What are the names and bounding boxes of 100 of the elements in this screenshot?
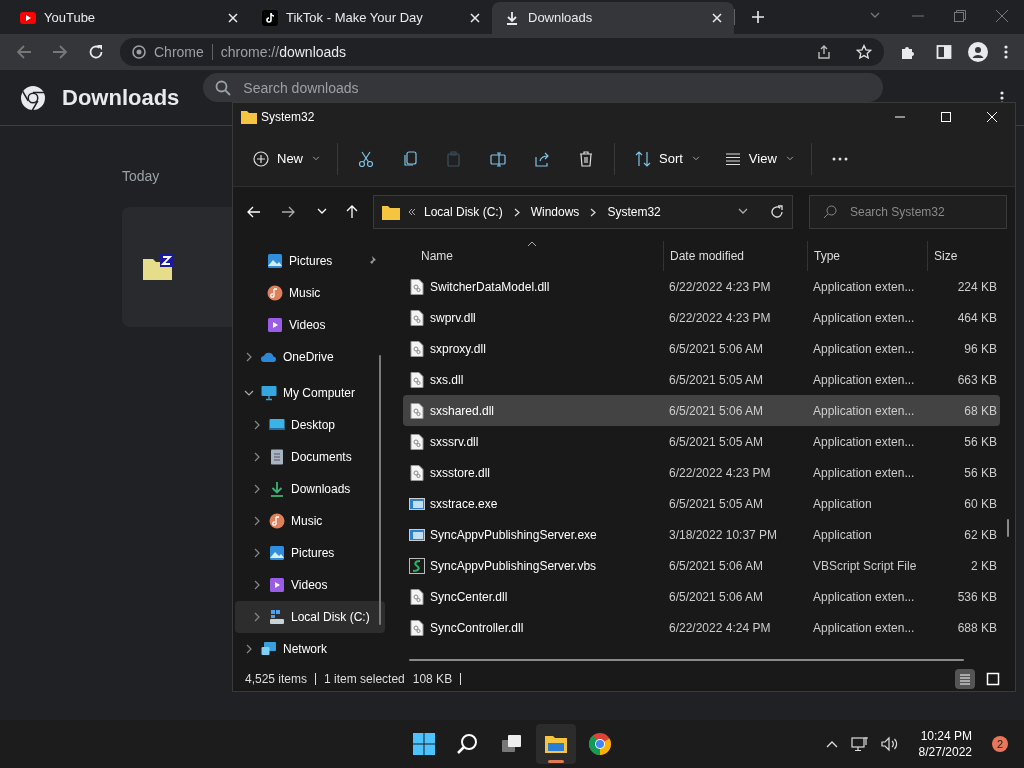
file-row[interactable]: sxs.dll 6/5/2021 5:05 AM Application exten... 663 KB — [403, 364, 1000, 395]
nav-item[interactable]: Pictures — [235, 245, 385, 277]
page-title: Downloads — [62, 84, 180, 112]
toolbar-button[interactable]: New — [241, 140, 329, 177]
file-row[interactable]: SyncController.dll 6/22/2022 4:24 PM Application exten... 688 KB — [403, 612, 1000, 643]
speaker-icon[interactable] — [880, 736, 899, 752]
search-icon — [215, 80, 232, 96]
nav-item[interactable]: Music — [235, 505, 385, 537]
nav-item[interactable]: Videos — [235, 569, 385, 601]
address-bar[interactable]: Local Disk (C:) Windows System32 — [373, 195, 793, 229]
file-row[interactable]: sxshared.dll 6/5/2021 5:06 AM Application exten... 68 KB — [403, 395, 1000, 426]
chevron-down-icon[interactable] — [244, 388, 254, 398]
dll-file-icon — [409, 588, 425, 605]
column-header[interactable]: Name — [391, 241, 663, 271]
nav-item[interactable]: OneDrive — [235, 341, 385, 373]
restore-icon[interactable] — [954, 10, 966, 22]
nav-item[interactable]: Music — [235, 277, 385, 309]
breadcrumb-item[interactable]: System32 — [607, 203, 661, 221]
nav-item[interactable]: Documents — [235, 441, 385, 473]
column-header[interactable]: Type — [807, 241, 927, 271]
size-cell-text: 536 KB — [956, 588, 997, 606]
dll-file-icon — [409, 464, 425, 481]
folder-icon — [241, 110, 257, 124]
size-cell-text: 62 KB — [963, 526, 997, 544]
chevron-right-icon[interactable] — [252, 612, 262, 622]
url-text: chrome://downloads — [220, 42, 347, 62]
date-cell-text: 6/22/2022 4:23 PM — [668, 278, 772, 296]
chevron-right-icon[interactable] — [252, 516, 262, 526]
file-row[interactable]: SwitcherDataModel.dll 6/22/2022 4:23 PM Application exten... 224 KB — [403, 271, 1000, 302]
monitor-icon — [261, 385, 277, 401]
nav-item[interactable]: Videos — [235, 309, 385, 341]
scrollbar-thumb[interactable] — [379, 355, 381, 625]
zip-folder-icon — [142, 253, 174, 281]
scrollbar-thumb[interactable] — [1007, 519, 1009, 537]
network-icon[interactable] — [850, 736, 869, 752]
tab-title: TikTok - Make Your Day — [286, 9, 424, 28]
address-bar[interactable]: Chrome chrome://downloads — [120, 38, 884, 66]
notification-badge[interactable]: 2 — [992, 736, 1008, 752]
chevron-right-icon[interactable] — [252, 548, 262, 558]
nav-item[interactable]: My Computer — [235, 377, 385, 409]
chevron-right-icon[interactable] — [252, 420, 262, 430]
file-row[interactable]: sxproxy.dll 6/5/2021 5:06 AM Application exten... 96 KB — [403, 333, 1000, 364]
nav-item[interactable]: Local Disk (C:) — [235, 601, 385, 633]
breadcrumb-item[interactable]: Local Disk (C:) — [424, 203, 503, 221]
nav-item[interactable]: Network — [235, 633, 385, 665]
chevron-right-icon[interactable] — [252, 580, 262, 590]
nav-item[interactable]: Pictures — [235, 537, 385, 569]
chevron-right-icon[interactable] — [244, 644, 254, 654]
file-row[interactable]: SyncAppvPublishingServer.vbs 6/5/2021 5:06 AM VBScript Script File 2 KB — [403, 550, 1000, 581]
nav-item[interactable]: Desktop — [235, 409, 385, 441]
search-field[interactable]: Search System32 — [809, 195, 1007, 229]
size-cell-text: 688 KB — [956, 619, 997, 637]
column-header[interactable]: Date modified — [663, 241, 807, 271]
chevron-right-icon[interactable] — [252, 484, 262, 494]
clock[interactable]: 10:24 PM 8/27/2022 — [918, 728, 972, 760]
type-cell-text: Application exten... — [812, 340, 916, 358]
dll-file-icon — [409, 340, 425, 357]
file-row[interactable]: sxssrv.dll 6/5/2021 5:05 AM Application exten... 56 KB — [403, 426, 1000, 457]
file-row[interactable]: sxstrace.exe 6/5/2021 5:05 AM Application 60 KB — [403, 488, 1000, 519]
file-name: SwitcherDataModel.dll — [430, 278, 550, 296]
type-cell-text: Application exten... — [812, 278, 916, 296]
file-name: SyncAppvPublishingServer.exe — [430, 526, 597, 544]
site-label: Chrome — [154, 42, 204, 62]
toolbar-button[interactable]: Sort — [623, 140, 709, 177]
file-name: sxstrace.exe — [430, 495, 498, 513]
type-cell-text: VBScript Script File — [812, 557, 918, 575]
search-field[interactable]: Search downloads — [203, 73, 884, 102]
chevron-right-icon[interactable] — [244, 352, 254, 362]
size-cell-text: 464 KB — [956, 309, 997, 327]
music-note-icon — [262, 10, 278, 26]
network-icon — [261, 641, 277, 657]
chevron-right-icon — [513, 207, 520, 217]
file-row[interactable]: SyncCenter.dll 6/5/2021 5:06 AM Application exten... 536 KB — [403, 581, 1000, 612]
plus-icon[interactable] — [751, 10, 765, 24]
scrollbar-thumb[interactable] — [409, 659, 964, 661]
star-icon[interactable] — [856, 44, 872, 60]
date-cell-text: 6/5/2021 5:06 AM — [668, 340, 765, 358]
size-cell-text: 56 KB — [963, 464, 997, 482]
date-cell-text: 6/5/2021 5:06 AM — [668, 588, 765, 606]
selection-info: 1 item selected — [324, 671, 405, 688]
folder-button[interactable] — [536, 724, 576, 764]
file-name: SyncAppvPublishingServer.vbs — [430, 557, 597, 575]
refresh-icon[interactable] — [770, 205, 784, 219]
nav-item[interactable]: Downloads — [235, 473, 385, 505]
browser-tab[interactable]: Downloads — [492, 2, 734, 34]
video-play-icon — [20, 10, 36, 26]
column-header[interactable]: Size — [927, 241, 1002, 271]
details-view-button[interactable] — [955, 669, 975, 689]
breadcrumb-item[interactable]: Windows — [530, 203, 580, 221]
file-row[interactable]: SyncAppvPublishingServer.exe 3/18/2022 10:37 PM Application 62 KB — [403, 519, 1000, 550]
item-count: 4,525 items — [245, 671, 308, 688]
chevron-right-icon[interactable] — [252, 452, 262, 462]
toolbar-button[interactable]: View — [712, 140, 803, 177]
file-row[interactable]: sxsstore.dll 6/22/2022 4:23 PM Application exten... 56 KB — [403, 457, 1000, 488]
type-cell-text: Application — [812, 526, 873, 544]
file-name: sxs.dll — [430, 371, 464, 389]
close-icon — [987, 112, 997, 122]
share-icon[interactable] — [816, 44, 832, 60]
document-icon — [269, 449, 285, 465]
file-row[interactable]: swprv.dll 6/22/2022 4:23 PM Application exten... 464 KB — [403, 302, 1000, 333]
